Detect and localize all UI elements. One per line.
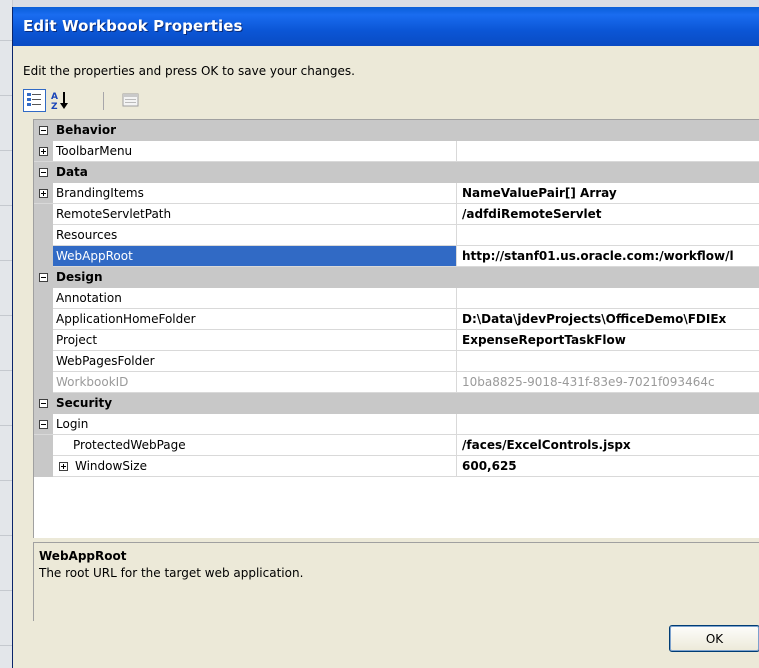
property-name: WebAppRoot <box>56 249 133 263</box>
property-value[interactable]: ExpenseReportTaskFlow <box>457 330 759 351</box>
edit-workbook-properties-dialog: Edit Workbook Properties Edit the proper… <box>12 7 759 668</box>
property-value[interactable]: NameValuePair[] Array <box>457 183 759 204</box>
collapse-icon[interactable] <box>39 420 48 429</box>
property-row-protectedwebpage[interactable]: ProtectedWebPage /faces/ExcelControls.js… <box>34 435 759 456</box>
property-name: Login <box>56 417 89 431</box>
property-row-toolbarmenu[interactable]: ToolbarMenu <box>34 141 759 162</box>
property-row-webpagesfolder[interactable]: WebPagesFolder <box>34 351 759 372</box>
category-label: Design <box>56 270 103 284</box>
property-name: Resources <box>56 228 118 242</box>
expand-icon[interactable] <box>39 189 48 198</box>
property-value[interactable]: http://stanf01.us.oracle.com:/workflow/l <box>457 246 759 267</box>
property-row-project[interactable]: Project ExpenseReportTaskFlow <box>34 330 759 351</box>
dialog-title: Edit Workbook Properties <box>23 17 243 35</box>
property-row-login[interactable]: Login <box>34 414 759 435</box>
property-row-webapproot[interactable]: WebAppRoot http://stanf01.us.oracle.com:… <box>34 246 759 267</box>
description-panel: WebAppRoot The root URL for the target w… <box>33 542 759 621</box>
property-row-applicationhomefolder[interactable]: ApplicationHomeFolder D:\Data\jdevProjec… <box>34 309 759 330</box>
svg-text:A: A <box>51 92 58 102</box>
property-row-annotation[interactable]: Annotation <box>34 288 759 309</box>
property-value[interactable]: D:\Data\jdevProjects\OfficeDemo\FDIEx <box>457 309 759 330</box>
property-name: Annotation <box>56 291 122 305</box>
expand-icon[interactable] <box>39 147 48 156</box>
property-row-workbookid[interactable]: WorkbookID 10ba8825-9018-431f-83e9-7021f… <box>34 372 759 393</box>
property-name: WorkbookID <box>56 375 129 389</box>
property-name: BrandingItems <box>56 186 144 200</box>
description-title: WebAppRoot <box>39 549 127 563</box>
property-value[interactable]: /faces/ExcelControls.jspx <box>457 435 759 456</box>
property-value[interactable] <box>457 414 759 435</box>
collapse-icon[interactable] <box>39 399 48 408</box>
property-grid-toolbar: A Z <box>23 89 163 115</box>
property-name: WebPagesFolder <box>56 354 155 368</box>
property-name: ApplicationHomeFolder <box>56 312 196 326</box>
instructions-text: Edit the properties and press OK to save… <box>23 64 355 78</box>
sort-az-icon: A Z <box>51 92 68 112</box>
property-row-windowsize[interactable]: WindowSize 600,625 <box>34 456 759 477</box>
category-behavior[interactable]: Behavior <box>34 120 759 141</box>
alphabetical-sort-button[interactable]: A Z <box>49 89 72 112</box>
ok-button[interactable]: OK <box>669 625 759 652</box>
collapse-icon[interactable] <box>39 273 48 282</box>
categorized-view-button[interactable] <box>23 89 46 112</box>
toolbar-separator <box>103 92 104 110</box>
property-pages-icon <box>122 93 139 107</box>
title-bar[interactable]: Edit Workbook Properties <box>13 7 759 46</box>
property-row-resources[interactable]: Resources <box>34 225 759 246</box>
property-pages-button[interactable] <box>119 89 142 112</box>
property-value[interactable]: 600,625 <box>457 456 759 477</box>
category-data[interactable]: Data <box>34 162 759 183</box>
collapse-icon[interactable] <box>39 126 48 135</box>
property-value[interactable] <box>457 351 759 372</box>
category-design[interactable]: Design <box>34 267 759 288</box>
property-name: ProtectedWebPage <box>73 438 186 452</box>
property-value[interactable] <box>457 141 759 162</box>
property-name: RemoteServletPath <box>56 207 172 221</box>
property-value[interactable] <box>457 288 759 309</box>
collapse-icon[interactable] <box>39 168 48 177</box>
property-value[interactable]: /adfdiRemoteServlet <box>457 204 759 225</box>
property-row-brandingitems[interactable]: BrandingItems NameValuePair[] Array <box>34 183 759 204</box>
description-text: The root URL for the target web applicat… <box>39 566 304 580</box>
property-value[interactable] <box>457 225 759 246</box>
category-label: Data <box>56 165 88 179</box>
property-row-remoteservletpath[interactable]: RemoteServletPath /adfdiRemoteServlet <box>34 204 759 225</box>
property-name: Project <box>56 333 98 347</box>
category-label: Behavior <box>56 123 117 137</box>
category-label: Security <box>56 396 113 410</box>
property-value: 10ba8825-9018-431f-83e9-7021f093464c <box>457 372 759 393</box>
property-name: WindowSize <box>75 459 147 473</box>
expand-icon[interactable] <box>59 462 68 471</box>
category-security[interactable]: Security <box>34 393 759 414</box>
property-grid[interactable]: Behavior ToolbarMenu Data BrandingItems … <box>33 119 759 538</box>
svg-text:Z: Z <box>51 102 58 112</box>
property-name: ToolbarMenu <box>56 144 133 158</box>
categorized-icon <box>27 93 41 106</box>
